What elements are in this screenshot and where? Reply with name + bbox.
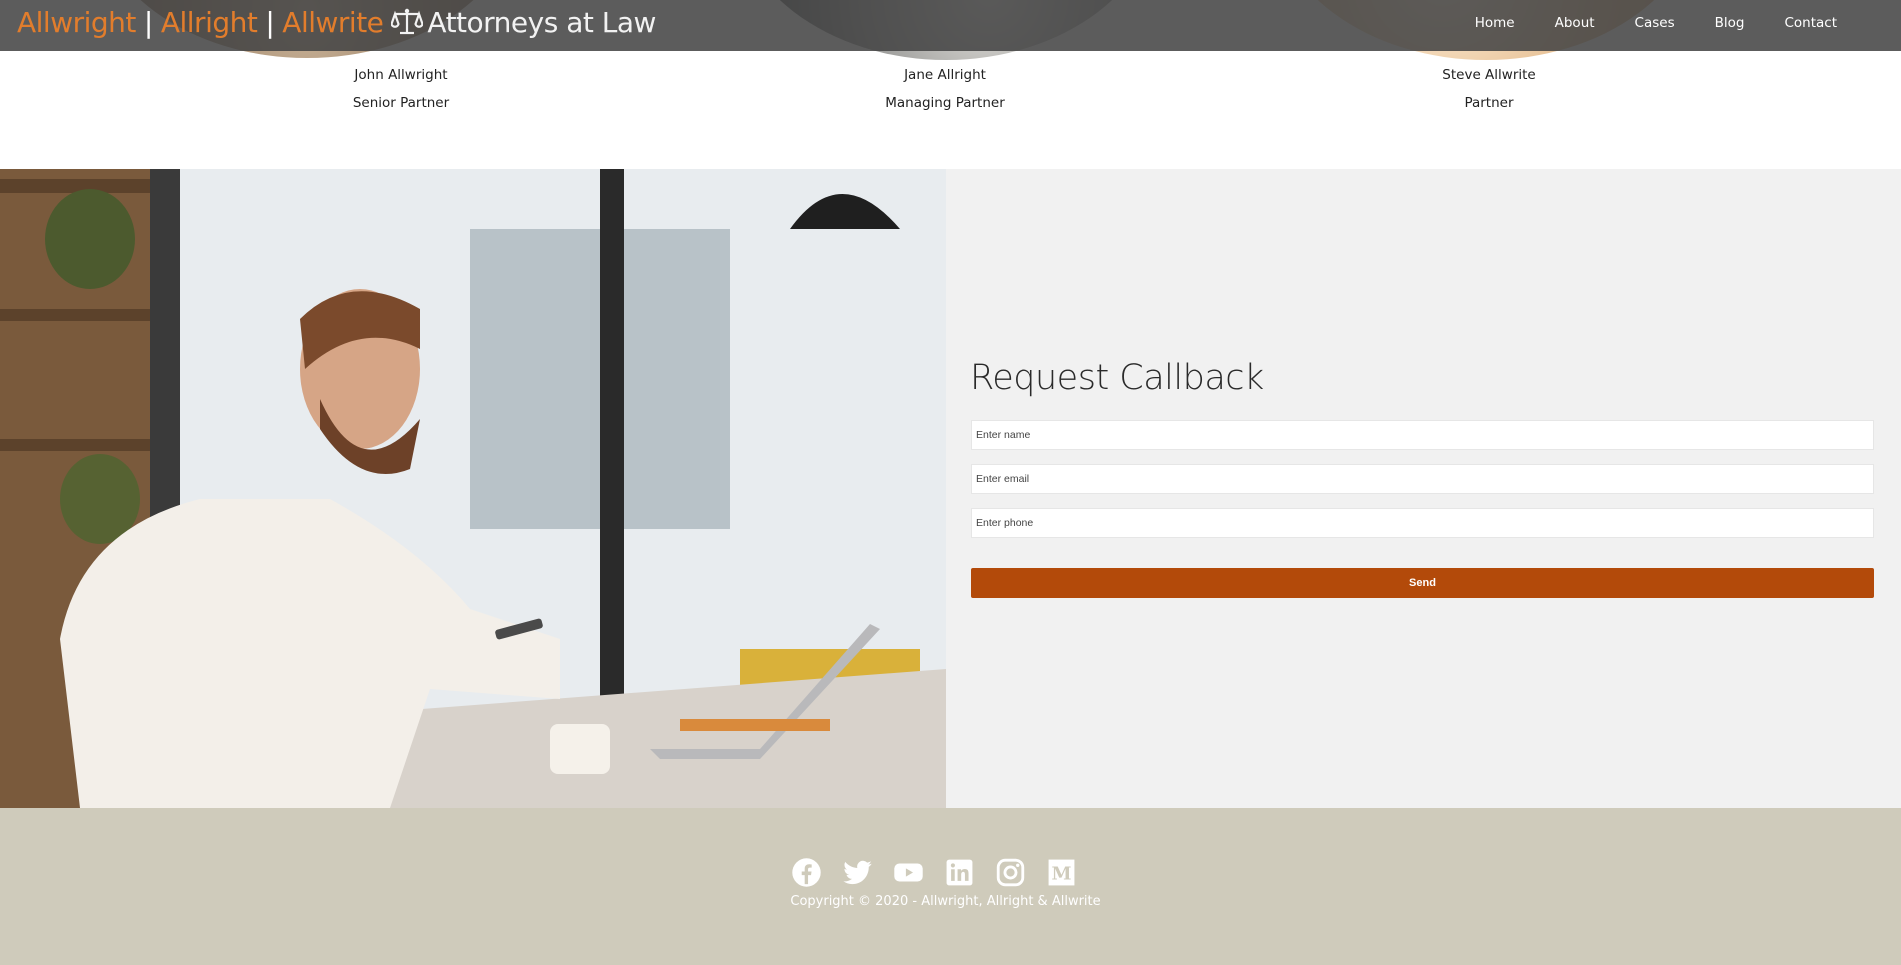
form-title: Request Callback: [970, 358, 1264, 398]
partner-name: John Allwright: [354, 67, 448, 83]
scales-icon: [390, 7, 425, 47]
main-nav: Home About Cases Blog Contact: [1455, 0, 1857, 46]
site-footer: M Copyright © 2020 - Allwright, Allright…: [0, 808, 1901, 965]
svg-text:M: M: [1051, 864, 1071, 885]
partner-card: Jane Allright Managing Partner: [795, 64, 1095, 114]
partner-role: Managing Partner: [885, 95, 1005, 111]
partner-name: Jane Allright: [904, 67, 986, 83]
nav-cases[interactable]: Cases: [1615, 15, 1695, 31]
twitter-icon[interactable]: [842, 857, 873, 888]
brand-separator: |: [265, 6, 275, 39]
send-button[interactable]: Send: [971, 568, 1874, 598]
nav-home[interactable]: Home: [1455, 15, 1535, 31]
nav-about[interactable]: About: [1535, 15, 1615, 31]
brand-separator: |: [143, 6, 153, 39]
copyright-text: Copyright © 2020 - Allwright, Allright &…: [790, 894, 1101, 909]
partner-role: Partner: [1464, 95, 1514, 111]
nav-blog[interactable]: Blog: [1695, 15, 1765, 31]
nav-contact[interactable]: Contact: [1764, 15, 1857, 31]
partner-role: Senior Partner: [352, 95, 450, 111]
partner-name: Steve Allwrite: [1442, 67, 1536, 83]
medium-icon[interactable]: M: [1046, 857, 1077, 888]
partner-card: Steve Allwrite Partner: [1339, 64, 1639, 114]
brand-logo[interactable]: Allwright | Allright | Allwrite Attorneys at …: [17, 3, 656, 47]
brand-name-2: Allright: [160, 6, 258, 39]
callback-section: Request Callback Send: [0, 169, 1901, 808]
callback-form: Request Callback Send: [946, 169, 1901, 808]
phone-field[interactable]: [971, 508, 1874, 538]
social-links: M: [791, 857, 1077, 888]
linkedin-icon[interactable]: [944, 857, 975, 888]
instagram-icon[interactable]: [995, 857, 1026, 888]
brand-name-1: Allwright: [17, 6, 136, 39]
brand-tagline: Attorneys at Law: [427, 6, 656, 39]
email-field[interactable]: [971, 464, 1874, 494]
site-header: Allwright | Allright | Allwrite Attorneys at …: [0, 0, 1901, 51]
facebook-icon[interactable]: [791, 857, 822, 888]
partner-card: John Allwright Senior Partner: [251, 64, 551, 114]
name-field[interactable]: [971, 420, 1874, 450]
brand-name-3: Allwrite: [282, 6, 384, 39]
youtube-icon[interactable]: [893, 857, 924, 888]
office-photo: [0, 169, 946, 808]
